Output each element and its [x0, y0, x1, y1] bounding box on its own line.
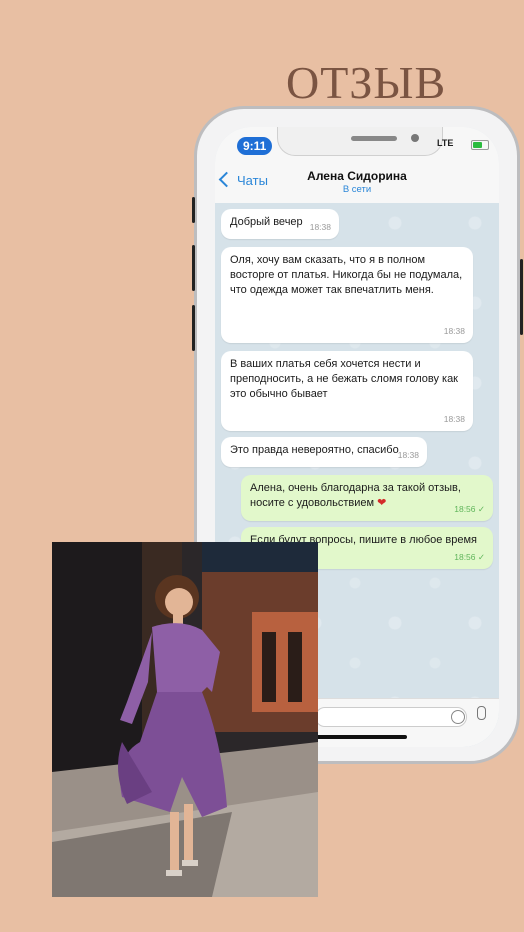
- camera-icon: [411, 134, 419, 142]
- contact-name[interactable]: Алена Сидорина: [215, 169, 499, 183]
- battery-icon: [471, 140, 489, 150]
- page-title: ОТЗЫВ: [286, 57, 447, 108]
- network-label: LTE: [437, 138, 454, 148]
- message-input[interactable]: [315, 707, 467, 727]
- phone-side-button: [192, 245, 195, 291]
- message-text: В ваших платья себя хочется нести и преп…: [230, 358, 458, 400]
- microphone-icon[interactable]: [477, 706, 486, 720]
- message-time: 18:56 ✓: [454, 504, 485, 514]
- message-bubble[interactable]: Оля, хочу вам сказать, что я в полном во…: [221, 247, 473, 343]
- status-time: 9:11: [237, 137, 273, 155]
- signal-icon: LTE: [437, 138, 453, 148]
- chat-header: Чаты Алена Сидорина В сети: [215, 167, 499, 204]
- heart-emoji: ❤: [377, 497, 387, 509]
- status-bar: 9:11 ➤ LTE: [215, 127, 499, 167]
- home-indicator: [311, 735, 407, 739]
- message-time: 18:56 ✓: [454, 552, 485, 562]
- message-bubble[interactable]: Добрый вечер 18:38: [221, 209, 339, 239]
- message-time: 18:38: [443, 414, 465, 424]
- message-time: 18:38: [397, 450, 419, 460]
- message-text: Оля, хочу вам сказать, что я в полном во…: [230, 254, 463, 296]
- sticker-icon[interactable]: [451, 710, 465, 724]
- message-bubble[interactable]: Алена, очень благодарна за такой отзыв, …: [241, 475, 493, 521]
- message-bubble[interactable]: В ваших платья себя хочется нести и преп…: [221, 351, 473, 431]
- message-text: Добрый вечер: [230, 216, 303, 228]
- contact-status: В сети: [342, 184, 372, 195]
- message-text: Это правда невероятно, спасибо: [230, 444, 399, 456]
- dress-photo-image: [52, 542, 318, 897]
- dress-photo: [52, 542, 318, 897]
- phone-side-button: [192, 305, 195, 351]
- speaker-icon: [351, 136, 397, 141]
- phone-side-button: [192, 197, 195, 223]
- message-text: Алена, очень благодарна за такой отзыв, …: [250, 482, 461, 509]
- message-time: 18:38: [309, 222, 331, 232]
- phone-side-button: [520, 259, 523, 335]
- message-time: 18:38: [443, 326, 465, 336]
- phone-notch: [277, 127, 443, 156]
- message-bubble[interactable]: Это правда невероятно, спасибо 18:38: [221, 437, 427, 467]
